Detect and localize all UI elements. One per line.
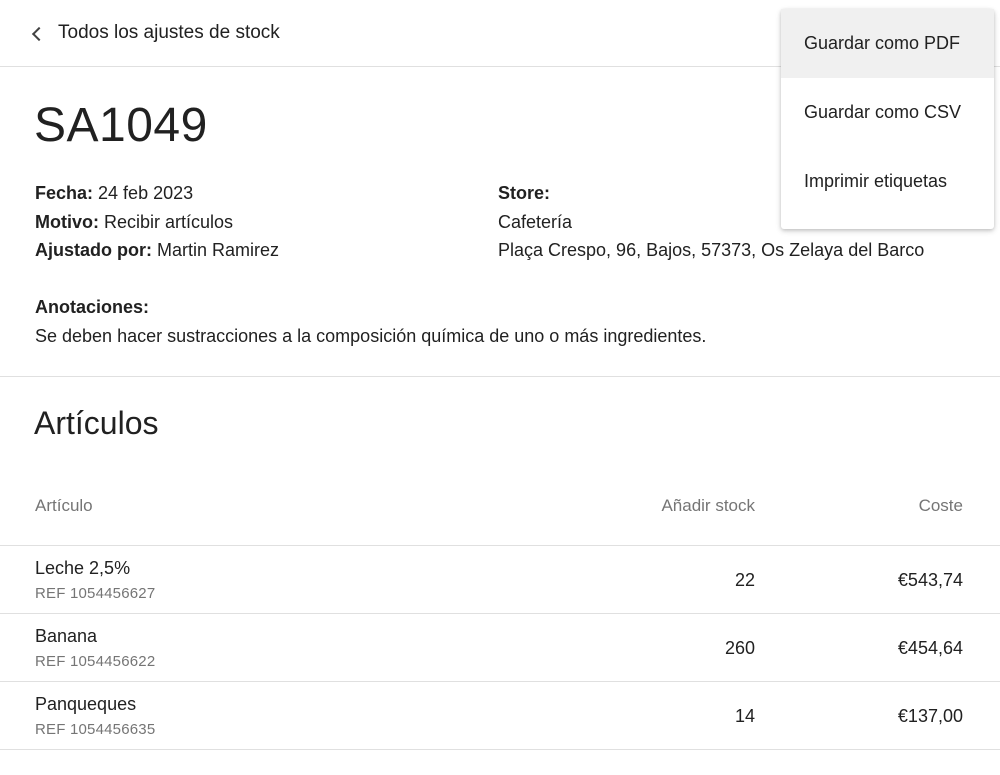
item-name: Panqueques xyxy=(35,694,137,714)
item-add-stock: 260 xyxy=(724,638,755,658)
menu-item-print-labels[interactable]: Imprimir etiquetas xyxy=(781,147,994,216)
item-cost: €543,74 xyxy=(897,570,963,590)
item-name: Banana xyxy=(35,626,98,646)
column-header-add-stock: Añadir stock xyxy=(661,496,755,515)
notes-label: Anotaciones: xyxy=(35,297,150,317)
menu-item-save-pdf[interactable]: Guardar como PDF xyxy=(781,9,994,78)
adjustment-meta: Fecha: 24 feb 2023 Motivo: Recibir artíc… xyxy=(35,179,279,265)
table-row[interactable]: Leche 2,5% REF 1054456627 22 €543,74 xyxy=(0,546,1000,614)
back-link[interactable]: Todos los ajustes de stock xyxy=(31,22,280,44)
notes: Anotaciones: Se deben hacer sustraccione… xyxy=(35,293,706,350)
item-name: Leche 2,5% xyxy=(35,558,131,578)
adjusted-by-value: Martin Ramirez xyxy=(152,240,280,260)
menu-item-save-csv[interactable]: Guardar como CSV xyxy=(781,78,994,147)
date-line: Fecha: 24 feb 2023 xyxy=(35,179,279,208)
stock-adjustment-detail-page: Todos los ajustes de stock SA1049 Fecha:… xyxy=(0,0,1000,775)
item-ref: REF 1054456622 xyxy=(35,653,156,670)
item-ref: REF 1054456635 xyxy=(35,721,156,738)
date-value: 24 feb 2023 xyxy=(93,183,194,203)
adjusted-by-label: Ajustado por: xyxy=(35,240,152,260)
store-address: Plaça Crespo, 96, Bajos, 57373, Os Zelay… xyxy=(498,240,925,260)
item-cost: €137,00 xyxy=(897,706,963,726)
items-table: Artículo Añadir stock Coste Leche 2,5% R… xyxy=(0,470,1000,750)
table-header: Artículo Añadir stock Coste xyxy=(0,470,1000,546)
item-ref: REF 1054456627 xyxy=(35,585,156,602)
chevron-left-icon xyxy=(31,26,47,41)
table-row[interactable]: Banana REF 1054456622 260 €454,64 xyxy=(0,614,1000,682)
back-link-label: Todos los ajustes de stock xyxy=(58,22,280,43)
reason-value: Recibir artículos xyxy=(98,211,234,232)
adjustment-id: SA1049 xyxy=(34,99,208,152)
notes-value: Se deben hacer sustracciones a la compos… xyxy=(35,325,707,346)
date-label: Fecha: xyxy=(35,183,94,203)
items-section-title: Artículos xyxy=(34,405,159,441)
item-cost: €454,64 xyxy=(897,638,963,658)
reason-label: Motivo: xyxy=(35,211,99,232)
table-row[interactable]: Panqueques REF 1054456635 14 €137,00 xyxy=(0,682,1000,750)
item-add-stock: 22 xyxy=(734,570,755,590)
item-add-stock: 14 xyxy=(734,706,755,726)
reason-line: Motivo: Recibir artículos xyxy=(35,208,279,237)
export-menu: Guardar como PDF Guardar como CSV Imprim… xyxy=(781,9,994,229)
column-header-cost: Coste xyxy=(918,496,963,515)
column-header-item: Artículo xyxy=(35,496,93,515)
adjusted-by-line: Ajustado por: Martin Ramirez xyxy=(35,236,279,265)
